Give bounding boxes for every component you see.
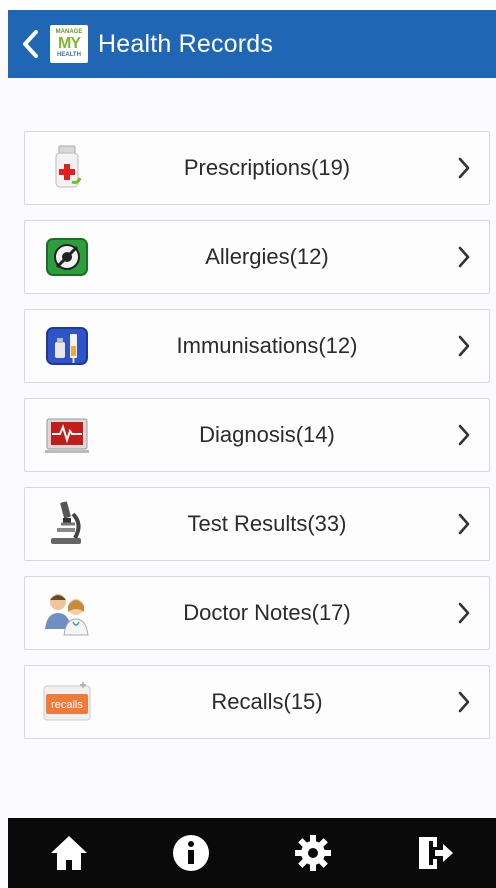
microscope-icon: [51, 501, 81, 544]
settings-button[interactable]: [283, 823, 343, 883]
record-row-doctor-notes[interactable]: Doctor Notes(17): [24, 576, 490, 650]
record-row-test-results[interactable]: Test Results(33): [24, 487, 490, 561]
record-label: Diagnosis(14): [199, 422, 335, 447]
chevron-left-icon: [23, 30, 38, 58]
back-button[interactable]: [12, 10, 48, 78]
record-label: Test Results(33): [187, 511, 347, 536]
info-button[interactable]: [161, 823, 221, 883]
record-label: Recalls(15): [211, 689, 323, 714]
logo-text-mid: MY: [58, 35, 81, 52]
record-row-immunisations[interactable]: Immunisations(12): [24, 309, 490, 383]
chevron-right-icon: [458, 513, 470, 535]
logout-button[interactable]: [405, 823, 465, 883]
chevron-right-icon: [458, 602, 470, 624]
prescription-bottle-icon: [55, 145, 82, 188]
app-header: MANAGE MY HEALTH Health Records: [8, 10, 496, 78]
record-label: Allergies(12): [205, 244, 329, 269]
doctors-icon: [45, 594, 89, 636]
chevron-right-icon: [458, 157, 470, 179]
chevron-right-icon: [458, 691, 470, 713]
record-row-diagnosis[interactable]: Diagnosis(14): [24, 398, 490, 472]
recalls-icon-text: recalls: [51, 699, 83, 711]
page-title: Health Records: [98, 29, 274, 58]
record-label: Prescriptions(19): [183, 155, 351, 180]
logout-icon: [419, 837, 453, 869]
home-icon: [51, 836, 87, 870]
logo-text-bottom: HEALTH: [57, 52, 81, 58]
chevron-right-icon: [458, 424, 470, 446]
bottom-nav: [8, 818, 496, 888]
status-strip: [0, 0, 496, 10]
app-logo: MANAGE MY HEALTH: [50, 25, 88, 63]
chevron-right-icon: [458, 246, 470, 268]
record-row-recalls[interactable]: recalls Recalls(15): [24, 665, 490, 739]
chevron-right-icon: [458, 335, 470, 357]
allergy-icon: [46, 238, 88, 276]
record-label: Doctor Notes(17): [183, 600, 351, 625]
vaccine-icon: [46, 327, 88, 365]
recalls-icon: recalls: [43, 682, 91, 721]
heart-monitor-icon: [45, 418, 89, 453]
info-icon: [173, 835, 209, 871]
record-row-allergies[interactable]: Allergies(12): [24, 220, 490, 294]
record-row-prescriptions[interactable]: Prescriptions(19): [24, 131, 490, 205]
settings-icon: [295, 835, 331, 871]
record-label: Immunisations(12): [176, 333, 358, 358]
home-button[interactable]: [39, 823, 99, 883]
